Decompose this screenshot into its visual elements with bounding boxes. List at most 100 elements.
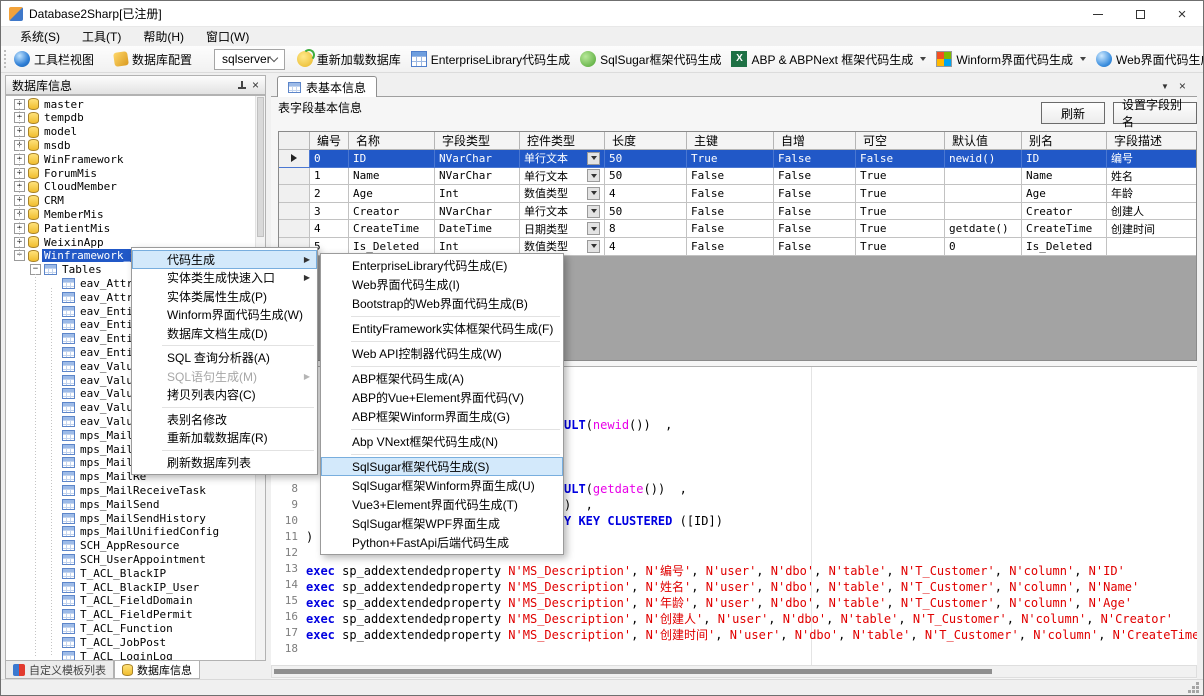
toolbar-button-web[interactable]: Web界面代码生成	[1092, 49, 1204, 70]
submenu-item-16[interactable]: Vue3+Element界面代码生成(T)	[321, 495, 563, 514]
grid-header-6[interactable]: 自增	[774, 132, 856, 150]
submenu-item-10[interactable]: ABP框架Winform界面生成(G)	[321, 407, 563, 426]
tree-item-table-25[interactable]: T_ACL_Function	[6, 621, 175, 635]
grid-cell-r5-c10[interactable]	[1107, 238, 1197, 256]
scrollbar-thumb[interactable]	[274, 669, 992, 674]
tree-item-table-11[interactable]: mps_MailAt	[6, 428, 148, 442]
grid-cell-r4-c0[interactable]: 4	[310, 220, 349, 238]
resize-grip[interactable]	[1196, 690, 1199, 693]
tree-item-table-6[interactable]: eav_Value_	[6, 359, 148, 373]
panel-tab-1[interactable]: 数据库信息	[114, 661, 200, 679]
grid-cell-r3-c9[interactable]: Creator	[1022, 203, 1107, 221]
menubar-item-0[interactable]: 系统(S)	[9, 26, 71, 47]
grid-cell-r0-c10[interactable]: 编号	[1107, 150, 1197, 168]
grid-cell-r4-c3[interactable]: 日期类型	[520, 220, 605, 238]
panel-tab-0[interactable]: 自定义模板列表	[5, 661, 114, 679]
grid-cell-r3-c8[interactable]	[945, 203, 1022, 221]
grid-cell-r2-c8[interactable]	[945, 185, 1022, 203]
grid-row-0[interactable]: 0IDNVarChar单行文本50TrueFalseFalsenewid()ID…	[279, 150, 1196, 168]
tree-item-msdb[interactable]: +msdb	[6, 138, 73, 152]
tree-item-MemberMis[interactable]: +MemberMis	[6, 207, 106, 221]
grid-row-3[interactable]: 3CreatorNVarChar单行文本50FalseFalseTrueCrea…	[279, 203, 1196, 221]
context-menu-item-0[interactable]: 代码生成▶	[132, 250, 317, 269]
grid-cell-r2-c7[interactable]: True	[856, 185, 945, 203]
expand-icon[interactable]: +	[14, 223, 25, 234]
expand-icon[interactable]: +	[14, 209, 25, 220]
expand-icon[interactable]: +	[14, 126, 25, 137]
grid-cell-r3-c4[interactable]: 50	[605, 203, 687, 221]
cell-dropdown-button[interactable]	[587, 240, 600, 253]
expand-icon[interactable]: +	[14, 140, 25, 151]
toolbar-button-entlib[interactable]: EnterpriseLibrary代码生成	[407, 49, 574, 70]
toolbar-button-winform[interactable]: Winform界面代码生成	[932, 49, 1090, 70]
submenu-item-18[interactable]: Python+FastApi后端代码生成	[321, 533, 563, 552]
grid-cell-r2-c0[interactable]: 2	[310, 185, 349, 203]
grid-cell-r4-c7[interactable]: True	[856, 220, 945, 238]
menubar-item-2[interactable]: 帮助(H)	[132, 26, 195, 47]
menubar-item-1[interactable]: 工具(T)	[71, 26, 132, 47]
context-menu-item-6[interactable]: SQL 查询分析器(A)	[132, 349, 317, 368]
grid-header-1[interactable]: 名称	[349, 132, 435, 150]
context-menu-item-2[interactable]: 实体类属性生成(P)	[132, 287, 317, 306]
grid-cell-r3-c5[interactable]: False	[687, 203, 774, 221]
grid-cell-r0-c1[interactable]: ID	[349, 150, 435, 168]
grid-cell-r5-c4[interactable]: 4	[605, 238, 687, 256]
toolbar-button-keys[interactable]: 数据库配置	[110, 49, 196, 70]
grid-cell-r1-c1[interactable]: Name	[349, 168, 435, 186]
grid-header-4[interactable]: 长度	[605, 132, 687, 150]
grid-row-4[interactable]: 4CreateTimeDateTime日期类型8FalseFalseTruege…	[279, 220, 1196, 238]
cell-dropdown-button[interactable]	[587, 205, 600, 218]
grid-cell-r4-c8[interactable]: getdate()	[945, 220, 1022, 238]
expand-icon[interactable]: +	[14, 154, 25, 165]
tree-item-WeixinApp[interactable]: +WeixinApp	[6, 235, 106, 249]
expand-icon[interactable]: +	[14, 168, 25, 179]
collapse-icon[interactable]: −	[30, 264, 41, 275]
submenu-item-12[interactable]: Abp VNext框架代码生成(N)	[321, 432, 563, 451]
set-field-alias-button[interactable]: 设置字段别名	[1113, 102, 1197, 124]
grid-header-5[interactable]: 主键	[687, 132, 774, 150]
tree-item-table-14[interactable]: mps_MailRe	[6, 470, 148, 484]
context-menu-item-10[interactable]: 表别名修改	[132, 410, 317, 429]
grid-cell-r1-c2[interactable]: NVarChar	[435, 168, 520, 186]
tree-item-table-13[interactable]: mps_MailDe	[6, 456, 148, 470]
grid-row-1[interactable]: 1NameNVarChar单行文本50FalseFalseTrueName姓名	[279, 168, 1196, 186]
submenu-item-8[interactable]: ABP框架代码生成(A)	[321, 369, 563, 388]
grid-cell-r1-c10[interactable]: 姓名	[1107, 168, 1197, 186]
grid-cell-r2-c9[interactable]: Age	[1022, 185, 1107, 203]
grid-cell-r0-c9[interactable]: ID	[1022, 150, 1107, 168]
tree-item-table-4[interactable]: eav_Entity	[6, 332, 148, 346]
grid-cell-r2-c5[interactable]: False	[687, 185, 774, 203]
scrollbar-thumb[interactable]	[257, 97, 264, 237]
grid-header-0[interactable]: 编号	[310, 132, 349, 150]
submenu-item-4[interactable]: EntityFramework实体框架代码生成(F)	[321, 319, 563, 338]
close-icon[interactable]: ×	[1179, 79, 1186, 93]
grid-cell-r2-c6[interactable]: False	[774, 185, 856, 203]
tree-item-table-16[interactable]: mps_MailSend	[6, 497, 161, 511]
grid-cell-r5-c8[interactable]: 0	[945, 238, 1022, 256]
tree-item-table-12[interactable]: mps_MailCo	[6, 442, 148, 456]
refresh-button[interactable]: 刷新	[1041, 102, 1105, 124]
tree-item-table-21[interactable]: T_ACL_BlackIP	[6, 566, 168, 580]
expand-icon[interactable]: +	[14, 112, 25, 123]
toolbar-button-abp[interactable]: ABP & ABPNext 框架代码生成	[727, 49, 930, 70]
context-menu-item-3[interactable]: Winform界面代码生成(W)	[132, 306, 317, 325]
tree-item-PatientMis[interactable]: +PatientMis	[6, 221, 112, 235]
grid-cell-r2-c1[interactable]: Age	[349, 185, 435, 203]
grid-cell-r2-c3[interactable]: 数值类型	[520, 185, 605, 203]
grid-cell-r1-c5[interactable]: False	[687, 168, 774, 186]
tree-item-table-27[interactable]: T_ACL_LoginLog	[6, 649, 175, 661]
grid-cell-r5-c6[interactable]: False	[774, 238, 856, 256]
expand-icon[interactable]: +	[14, 181, 25, 192]
grid-cell-r1-c6[interactable]: False	[774, 168, 856, 186]
submenu-item-9[interactable]: ABP的Vue+Element界面代码(V)	[321, 388, 563, 407]
tree-item-table-15[interactable]: mps_MailReceiveTask	[6, 483, 208, 497]
tree-item-table-3[interactable]: eav_Entity	[6, 318, 148, 332]
grid-cell-r1-c9[interactable]: Name	[1022, 168, 1107, 186]
grid-header-7[interactable]: 可空	[856, 132, 945, 150]
pin-icon[interactable]	[237, 81, 246, 90]
database-type-combobox[interactable]: sqlserver	[214, 49, 285, 70]
tree-item-ForumMis[interactable]: +ForumMis	[6, 166, 99, 180]
grid-cell-r0-c5[interactable]: True	[687, 150, 774, 168]
grid-cell-r4-c2[interactable]: DateTime	[435, 220, 520, 238]
grid-cell-r0-c8[interactable]: newid()	[945, 150, 1022, 168]
